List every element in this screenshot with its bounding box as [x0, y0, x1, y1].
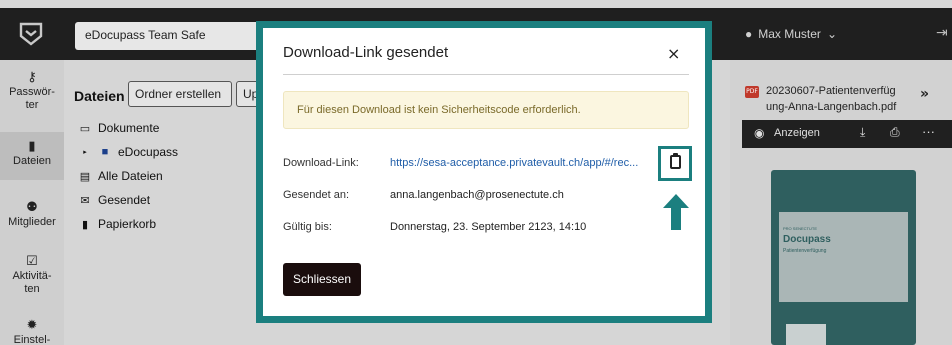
dialog-title: Download-Link gesendet — [283, 44, 449, 61]
logout-icon[interactable]: ⇥ — [936, 25, 948, 41]
preview-file-name: 20230607-Patientenverfüg ung-Anna-Langen… — [766, 85, 897, 113]
dialog-divider — [283, 74, 689, 75]
caret-right-icon: ▸ — [83, 149, 87, 156]
folder-icon: ■ — [101, 146, 109, 158]
nav-label-passwords: Passwör- ter — [9, 86, 55, 111]
download-link-label: Download-Link: — [283, 157, 359, 169]
copy-link-button[interactable] — [658, 146, 692, 181]
tree-label: Papierkorb — [98, 217, 157, 231]
key-icon: ⚷ — [27, 69, 37, 84]
tree-label: Alle Dateien — [98, 169, 163, 183]
files-title: Dateien — [74, 88, 125, 104]
show-button[interactable]: Anzeigen — [774, 127, 820, 139]
trash-icon: ▮ — [81, 218, 89, 231]
close-button[interactable]: Schliessen — [283, 263, 361, 296]
calendar-check-icon: ☑ — [26, 253, 38, 268]
tree-item-all-files[interactable]: ▤ Alle Dateien — [78, 169, 163, 183]
valid-until-value: Donnerstag, 23. September 2123, 14:10 — [390, 221, 587, 233]
download-icon[interactable]: ⤓ — [860, 125, 865, 140]
download-link-dialog: Download-Link gesendet × Für diesen Down… — [263, 28, 705, 316]
nav-label-members: Mitglieder — [8, 216, 56, 228]
more-icon[interactable]: ··· — [922, 124, 935, 139]
create-folder-button[interactable]: Ordner erstellen — [128, 81, 232, 107]
tree-label: Dokumente — [98, 121, 160, 135]
user-menu[interactable]: ● Max Muster ⌄ — [745, 27, 837, 41]
nav-item-members[interactable]: ⚉ Mitglieder — [0, 200, 64, 229]
preview-toolbar: ◉ Anzeigen ⤓ ⎙ ··· — [742, 120, 952, 148]
sent-to-label: Gesendet an: — [283, 189, 350, 201]
folder-open-icon: ▭ — [79, 122, 91, 135]
eye-icon[interactable]: ◉ — [754, 126, 764, 140]
document-page-block — [786, 324, 826, 345]
app-logo-icon[interactable] — [18, 21, 44, 47]
user-icon: ● — [745, 27, 753, 41]
arrow-up-icon — [663, 194, 689, 230]
user-name: Max Muster — [758, 27, 821, 41]
tree-label: Gesendet — [98, 193, 151, 207]
nav-label-settings: Einstel- — [13, 334, 51, 345]
tree-item-edocupass[interactable]: ▸ ■ eDocupass — [78, 145, 178, 159]
nav-item-settings[interactable]: ✹ Einstel- — [0, 318, 64, 345]
nav-label-files: Dateien — [13, 155, 51, 167]
gear-icon: ✹ — [26, 317, 38, 332]
nav-item-activities[interactable]: ☑ Aktivitä- ten — [0, 254, 64, 296]
document-subtitle: Patientenverfügung — [783, 248, 827, 254]
nav-item-files[interactable]: ▮ Dateien — [0, 132, 64, 180]
sent-to-value: anna.langenbach@prosenectute.ch — [390, 189, 564, 201]
double-chevron-right-icon[interactable]: » — [920, 86, 929, 102]
download-link-value[interactable]: https://sesa-acceptance.privatevault.ch/… — [390, 157, 638, 169]
envelope-icon: ✉ — [80, 194, 90, 207]
document-brand: PRO SENECTUTE — [783, 226, 818, 231]
tree-item-trash[interactable]: ▮ Papierkorb — [78, 217, 156, 231]
tree-item-documents[interactable]: ▭ Dokumente — [78, 121, 160, 135]
users-icon: ⚉ — [26, 199, 38, 214]
document-thumbnail[interactable]: PRO SENECTUTE Docupass Patientenverfügun… — [771, 170, 916, 345]
tree-label: eDocupass — [118, 145, 179, 159]
tree-item-sent[interactable]: ✉ Gesendet — [78, 193, 150, 207]
valid-until-label: Gültig bis: — [283, 221, 332, 233]
nav-item-passwords[interactable]: ⚷ Passwör- ter — [0, 70, 64, 112]
close-icon[interactable]: × — [667, 44, 680, 63]
nav-label-activities: Aktivitä- ten — [12, 270, 52, 295]
archive-icon: ▤ — [79, 170, 91, 183]
print-icon[interactable]: ⎙ — [890, 125, 900, 140]
chevron-down-icon: ⌄ — [826, 27, 837, 41]
document-title: Docupass — [783, 234, 831, 245]
clipboard-icon — [670, 153, 681, 169]
notice-alert: Für diesen Download ist kein Sicherheits… — [283, 91, 689, 129]
file-icon: ▮ — [28, 138, 36, 153]
pdf-icon: PDF — [745, 86, 759, 98]
